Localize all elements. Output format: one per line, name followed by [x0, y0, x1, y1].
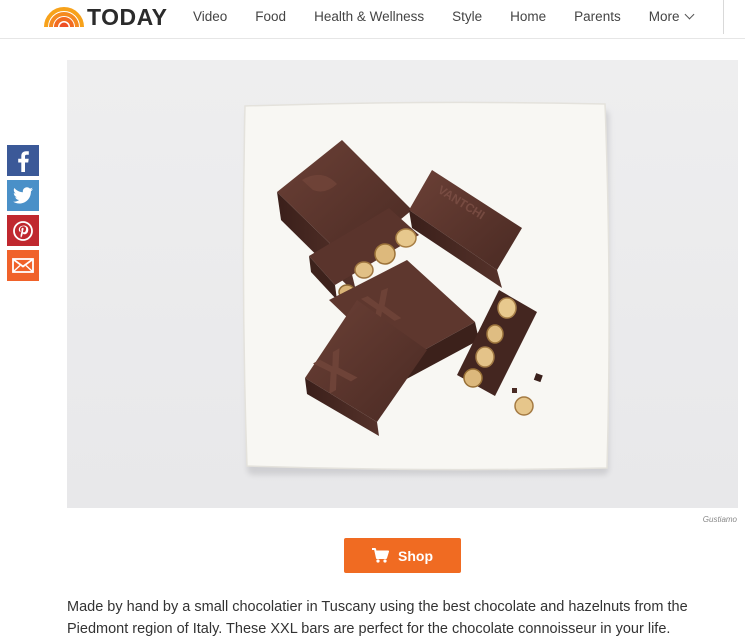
nav-item-style[interactable]: Style — [452, 9, 482, 24]
share-pinterest-button[interactable] — [7, 215, 39, 246]
cart-icon — [372, 548, 389, 563]
nav-item-home[interactable]: Home — [510, 9, 546, 24]
share-rail — [7, 145, 39, 285]
nav-item-parents[interactable]: Parents — [574, 9, 621, 24]
logo-text: TODAY — [87, 3, 168, 30]
nav-divider — [723, 0, 724, 34]
twitter-icon — [13, 187, 33, 204]
nav-item-more[interactable]: More — [648, 8, 695, 24]
share-facebook-button[interactable] — [7, 145, 39, 176]
more-label: More — [648, 8, 680, 24]
nav-item-food[interactable]: Food — [255, 9, 286, 24]
nav-item-health-wellness[interactable]: Health & Wellness — [314, 9, 424, 24]
rainbow-icon — [44, 7, 84, 28]
email-icon — [12, 258, 34, 273]
article-paragraph: Made by hand by a small chocolatier in T… — [67, 599, 688, 637]
shop-label: Shop — [398, 547, 433, 564]
photo-credit: Gustiamo — [702, 515, 737, 524]
today-logo[interactable]: TODAY — [44, 4, 167, 30]
shop-button[interactable]: Shop — [344, 538, 461, 573]
product-photo: VANTCHI X X — [67, 60, 738, 508]
pinterest-icon — [13, 220, 33, 241]
share-twitter-button[interactable] — [7, 180, 39, 211]
nav-item-video[interactable]: Video — [193, 9, 227, 24]
facebook-icon — [18, 150, 29, 172]
chevron-down-icon — [685, 9, 695, 19]
share-email-button[interactable] — [7, 250, 39, 281]
chocolate-bars-image: VANTCHI X X — [242, 101, 610, 475]
main-nav: Video Food Health & Wellness Style Home … — [193, 0, 695, 32]
site-header: TODAY Video Food Health & Wellness Style… — [0, 0, 745, 39]
